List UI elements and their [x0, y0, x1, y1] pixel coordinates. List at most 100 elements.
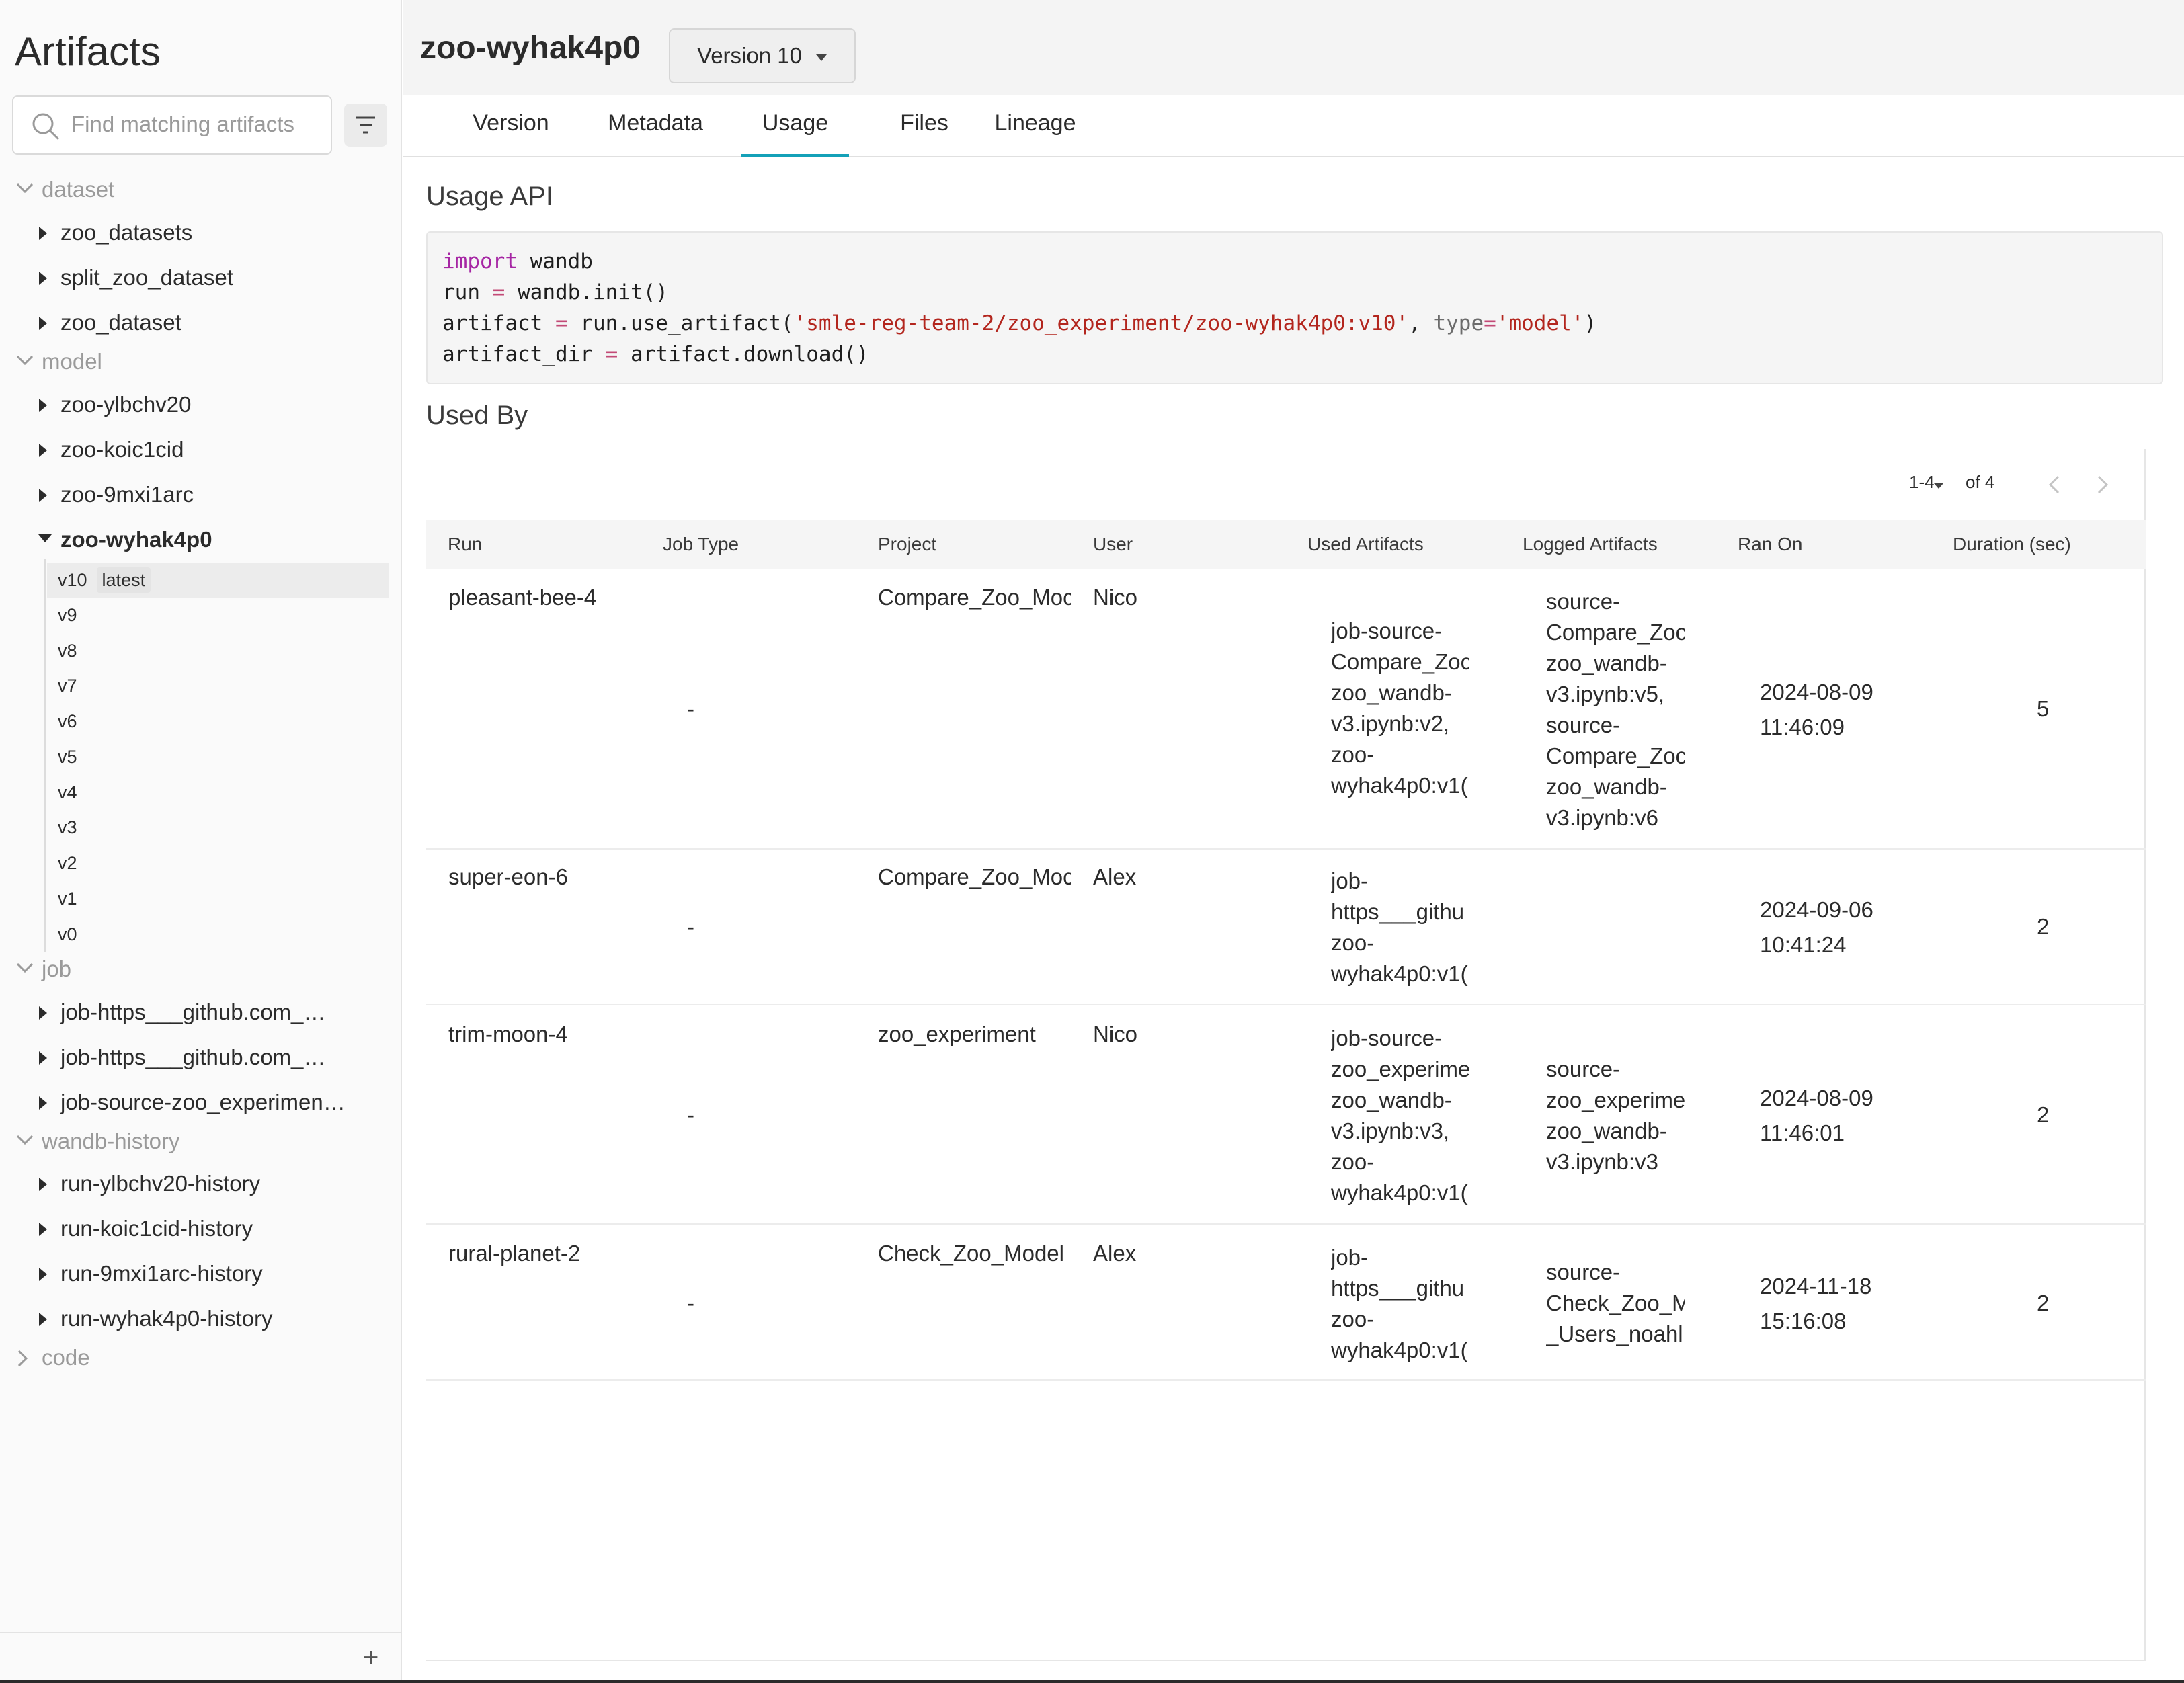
caret-down-icon: [816, 54, 827, 61]
cell-logged-artifacts[interactable]: source-zoo_experime zoo_wandb-v3.ipynb:v3: [1546, 1054, 1685, 1178]
chevron-left-icon[interactable]: [2048, 475, 2061, 495]
version-item[interactable]: v6: [47, 704, 389, 739]
cell-run[interactable]: rural-planet-2: [448, 1238, 650, 1269]
col-user[interactable]: User: [1093, 520, 1133, 569]
caret-right-icon: [39, 1268, 47, 1281]
chevron-right-icon: [17, 1350, 28, 1367]
tree-item[interactable]: zoo_dataset: [0, 304, 390, 341]
filter-button[interactable]: [344, 104, 387, 147]
chevron-right-icon[interactable]: [2096, 475, 2109, 495]
tree-item-selected[interactable]: zoo-wyhak4p0: [0, 521, 390, 559]
tree-item-label: split_zoo_dataset: [60, 265, 233, 290]
cell-duration: 2: [2037, 914, 2050, 939]
cell-project[interactable]: Check_Zoo_Model: [878, 1238, 1071, 1269]
tree-item-label: zoo-wyhak4p0: [60, 527, 212, 552]
tree-item[interactable]: run-ylbchv20-history: [0, 1165, 390, 1202]
version-item[interactable]: v7: [47, 668, 389, 703]
tab-metadata[interactable]: Metadata: [605, 110, 706, 157]
tree-item[interactable]: job-source-zoo_experimen…: [0, 1083, 390, 1121]
cell-ran-on: 2024-09-06 10:41:24: [1760, 897, 1873, 957]
category-wandb-history[interactable]: wandb-history: [0, 1122, 390, 1160]
search-input[interactable]: Find matching artifacts: [12, 95, 332, 155]
artifacts-sidebar: Artifacts Find matching artifacts datase…: [0, 0, 402, 1683]
version-item[interactable]: v4: [47, 775, 389, 810]
page-size-select[interactable]: 1-4: [1909, 472, 1935, 493]
cell-duration: 2: [2037, 1290, 2050, 1315]
filter-icon: [356, 116, 375, 134]
tree-item[interactable]: zoo-koic1cid: [0, 431, 390, 468]
cell-project[interactable]: Compare_Zoo_Moc: [878, 582, 1071, 613]
cell-run[interactable]: trim-moon-4: [448, 1019, 650, 1050]
version-item[interactable]: v1: [47, 881, 389, 916]
cell-user: Nico: [1093, 585, 1138, 610]
tree-item[interactable]: run-9mxi1arc-history: [0, 1255, 390, 1292]
col-run[interactable]: Run: [448, 520, 482, 569]
tree-item-label: zoo-koic1cid: [60, 437, 184, 462]
col-job-type[interactable]: Job Type: [663, 520, 739, 569]
cell-run[interactable]: pleasant-bee-4: [448, 582, 650, 613]
cell-used-artifacts[interactable]: job-source-zoo_experime zoo_wandb-v3.ipyn…: [1331, 1023, 1469, 1208]
col-project[interactable]: Project: [878, 520, 936, 569]
caret-down-icon[interactable]: [1933, 483, 1944, 489]
cell-used-artifacts[interactable]: job-source- Compare_Zoc zoo_wandb-v3.ipynb…: [1331, 616, 1469, 801]
col-logged-artifacts[interactable]: Logged Artifacts: [1523, 520, 1658, 569]
code-snippet[interactable]: import wandb run = wandb.init() artifact…: [426, 231, 2163, 384]
cell-used-artifacts[interactable]: job-https___githu zoo-wyhak4p0:v1(: [1331, 1242, 1469, 1366]
cell-logged-artifacts[interactable]: source- Compare_Zoc zoo_wandb-v3.ipynb:v5,…: [1546, 586, 1685, 833]
version-item[interactable]: v3: [47, 810, 389, 845]
tree-item[interactable]: zoo-ylbchv20: [0, 386, 390, 423]
add-icon[interactable]: +: [363, 1644, 378, 1671]
tree-item-label: job-source-zoo_experimen…: [60, 1090, 346, 1114]
tab-lineage[interactable]: Lineage: [994, 110, 1077, 157]
tree-item[interactable]: job-https___github.com_…: [0, 993, 390, 1031]
row-divider: [426, 1004, 2146, 1005]
chevron-down-icon: [16, 183, 34, 194]
caret-right-icon: [39, 489, 47, 502]
category-job[interactable]: job: [0, 950, 390, 988]
latest-badge: latest: [96, 567, 151, 593]
tree-item[interactable]: run-koic1cid-history: [0, 1210, 390, 1247]
search-placeholder: Find matching artifacts: [71, 112, 294, 136]
col-duration[interactable]: Duration (sec): [1953, 520, 2071, 569]
category-label: dataset: [42, 177, 115, 202]
chevron-down-icon: [16, 962, 34, 973]
tree-item-label: run-9mxi1arc-history: [60, 1261, 263, 1286]
tab-files[interactable]: Files: [887, 110, 961, 157]
artifact-header: zoo-wyhak4p0 Version 10: [403, 0, 2184, 95]
tab-usage[interactable]: Usage: [741, 110, 849, 157]
category-dataset[interactable]: dataset: [0, 171, 390, 208]
version-item[interactable]: v8: [47, 633, 389, 668]
cell-project[interactable]: zoo_experiment: [878, 1019, 1071, 1050]
artifact-title: zoo-wyhak4p0: [420, 30, 641, 66]
row-divider: [426, 848, 2146, 850]
version-item[interactable]: v5: [47, 739, 389, 774]
version-item[interactable]: v0: [47, 917, 389, 952]
category-label: job: [42, 956, 72, 981]
version-item[interactable]: v9: [47, 598, 389, 632]
tree-item-label: job-https___github.com_…: [60, 1044, 326, 1069]
caret-right-icon: [39, 1006, 47, 1020]
tree-item[interactable]: split_zoo_dataset: [0, 259, 390, 296]
tab-version[interactable]: Version: [473, 110, 549, 157]
tree-item[interactable]: zoo-9mxi1arc: [0, 476, 390, 514]
col-used-artifacts[interactable]: Used Artifacts: [1307, 520, 1424, 569]
tree-item[interactable]: run-wyhak4p0-history: [0, 1300, 390, 1338]
category-model[interactable]: model: [0, 343, 390, 380]
tree-item[interactable]: job-https___github.com_…: [0, 1038, 390, 1076]
window-bottom-edge: [0, 1680, 2184, 1683]
version-dropdown[interactable]: Version 10: [669, 28, 856, 83]
code-line: artifact = run.use_artifact('smle-reg-te…: [442, 311, 1597, 335]
version-item-selected[interactable]: v10 latest: [47, 563, 389, 598]
version-item[interactable]: v2: [47, 846, 389, 880]
cell-logged-artifacts[interactable]: source- Check_Zoo_M _Users_noahl: [1546, 1257, 1685, 1350]
cell-project[interactable]: Compare_Zoo_Moc: [878, 862, 1071, 893]
cell-ran-on: 2024-08-09 11:46:01: [1760, 1085, 1873, 1145]
category-code[interactable]: code: [0, 1339, 390, 1377]
tree-item-label: run-wyhak4p0-history: [60, 1306, 273, 1331]
cell-used-artifacts[interactable]: job-https___githu zoo-wyhak4p0:v1(: [1331, 866, 1469, 989]
tree-item[interactable]: zoo_datasets: [0, 214, 390, 251]
used-by-table: [426, 449, 2146, 1661]
col-ran-on[interactable]: Ran On: [1738, 520, 1803, 569]
cell-run[interactable]: super-eon-6: [448, 862, 650, 893]
tab-bar: Version Metadata Usage Files Lineage: [403, 95, 2184, 157]
